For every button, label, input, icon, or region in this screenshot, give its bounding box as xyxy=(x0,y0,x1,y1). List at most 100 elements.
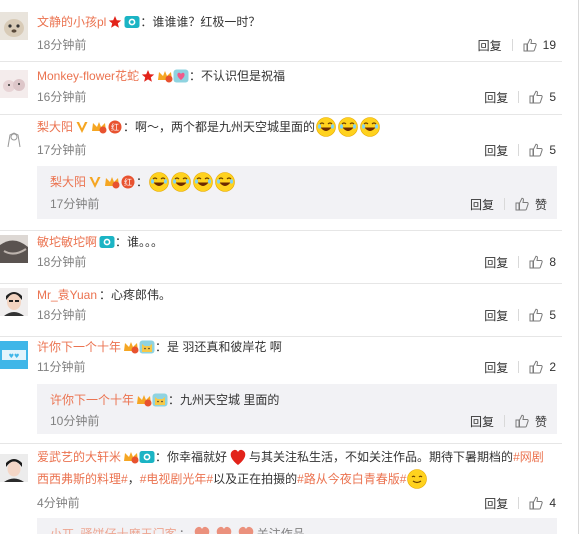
username[interactable]: Mr_袁Yuan xyxy=(37,285,97,305)
like-count: 5 xyxy=(549,90,556,104)
avatar[interactable] xyxy=(0,70,28,98)
like-button[interactable]: 19 xyxy=(523,38,556,52)
camera-badge-icon xyxy=(124,15,140,29)
avatar[interactable] xyxy=(0,288,28,316)
like-button[interactable]: 8 xyxy=(529,255,556,269)
like-count: 5 xyxy=(549,308,556,322)
crown-badge-icon xyxy=(157,69,173,83)
like-label: 赞 xyxy=(534,197,547,212)
timestamp: 18分钟前 xyxy=(37,38,87,52)
username[interactable]: 梨大阳 xyxy=(50,172,86,192)
like-count: 5 xyxy=(549,143,556,157)
camera-badge-icon xyxy=(139,450,155,464)
reply-button[interactable]: 回复 xyxy=(470,196,494,213)
heart-badge-icon xyxy=(173,69,189,83)
comment-text-cont: 与其关注私生活，不如关注作品。期待下暑期档的 xyxy=(249,450,514,464)
username[interactable]: 许你下一个十年 xyxy=(37,337,121,357)
subreply-box: 梨大阳 红 ： 17分钟前 回复 赞 xyxy=(37,166,557,219)
crown-badge-icon xyxy=(104,175,120,189)
comment-feed: 文静的小孩pl ： 谁谁谁？红极一时？ 18分钟前 回复 19 Monkey-f… xyxy=(0,0,579,534)
subreply-box-partial: 小兀_骚饼仔十磨玉门客 ： 关注作品 xyxy=(37,518,557,534)
comment-text: 九州天空城 里面的 xyxy=(180,393,280,407)
username[interactable]: Monkey-flower花蛇 xyxy=(37,66,139,86)
red-heart-icon xyxy=(228,447,248,467)
comment-item: Monkey-flower花蛇 ： 不认识但是祝福 16分钟前 回复 5 xyxy=(0,62,562,115)
topic-link[interactable]: #电视剧光年# xyxy=(140,469,213,489)
like-button[interactable]: 5 xyxy=(529,308,556,322)
thumbs-up-icon xyxy=(515,414,529,428)
like-button[interactable]: 赞 xyxy=(515,413,547,430)
svg-text:红: 红 xyxy=(124,177,132,187)
username[interactable]: 敏坨敏坨啊 xyxy=(37,232,97,252)
reply-button[interactable]: 回复 xyxy=(484,307,508,324)
comment-text: 心疼郎伟。 xyxy=(111,288,172,302)
like-label: 赞 xyxy=(534,414,547,429)
topic-link[interactable]: 西西弗斯的料理# xyxy=(37,469,128,489)
avatar[interactable] xyxy=(0,454,28,482)
reply-button[interactable]: 回复 xyxy=(478,37,502,54)
comment-item: Mr_袁Yuan ： 心疼郎伟。 18分钟前 回复 5 xyxy=(0,284,562,337)
red-level-badge-icon: 红 xyxy=(107,120,122,134)
like-button[interactable]: 4 xyxy=(529,496,556,510)
subreply-box: 许你下一个十年 ： 九州天空城 里面的 10分钟前 回复 赞 xyxy=(37,384,557,434)
thumbs-up-icon xyxy=(529,360,543,374)
comment-text-cont: 以及正在拍摄的 xyxy=(213,472,298,486)
laugh-emoji-icon xyxy=(171,172,191,192)
crown-badge-icon xyxy=(136,393,152,407)
topic-link[interactable]: #网剧 xyxy=(513,447,544,467)
username[interactable]: 小兀_骚饼仔十磨玉门客 xyxy=(50,524,177,534)
star-badge-icon xyxy=(141,69,155,83)
crown-badge-icon xyxy=(123,450,139,464)
star-badge-icon xyxy=(108,15,122,29)
comment-text: 是 羽还真和彼岸花 啊 xyxy=(167,340,282,354)
svg-text:♥♥: ♥♥ xyxy=(9,353,20,360)
thumbs-up-icon xyxy=(529,496,543,510)
like-count: 2 xyxy=(549,360,556,374)
avatar[interactable]: ♥♥ xyxy=(0,341,28,369)
username[interactable]: 梨大阳 xyxy=(37,117,73,137)
thumbs-up-icon xyxy=(515,197,529,211)
like-button[interactable]: 5 xyxy=(529,143,556,157)
topic-link[interactable]: #路从今夜白青春版# xyxy=(297,469,406,489)
verified-v-icon xyxy=(88,175,102,189)
thumbs-up-icon xyxy=(529,308,543,322)
comment-text: 你幸福就好 xyxy=(167,450,228,464)
reply-button[interactable]: 回复 xyxy=(484,89,508,106)
laugh-emoji-icon xyxy=(360,117,380,137)
thumbs-up-icon xyxy=(523,38,537,52)
timestamp: 17分钟前 xyxy=(50,197,100,211)
username[interactable]: 文静的小孩pl xyxy=(37,12,106,32)
like-button[interactable]: 5 xyxy=(529,90,556,104)
red-heart-icon xyxy=(236,524,256,534)
username[interactable]: 爱武艺的大轩米 xyxy=(37,447,121,467)
timestamp: 18分钟前 xyxy=(37,308,87,322)
like-button[interactable]: 2 xyxy=(529,360,556,374)
timestamp: 18分钟前 xyxy=(37,255,87,269)
crown-badge-icon xyxy=(123,340,139,354)
reply-button[interactable]: 回复 xyxy=(484,142,508,159)
like-count: 19 xyxy=(542,38,556,52)
comment-item: 文静的小孩pl ： 谁谁谁？红极一时？ 18分钟前 回复 19 xyxy=(0,0,562,62)
like-count: 4 xyxy=(549,496,556,510)
avatar[interactable] xyxy=(0,235,28,263)
smile-emoji-icon xyxy=(407,469,428,489)
timestamp: 17分钟前 xyxy=(37,143,87,157)
camera-badge-icon xyxy=(99,235,115,249)
like-button[interactable]: 赞 xyxy=(515,196,547,213)
avatar[interactable] xyxy=(0,125,28,153)
timestamp: 16分钟前 xyxy=(37,90,87,104)
reply-button[interactable]: 回复 xyxy=(470,413,494,430)
cat-badge-icon xyxy=(152,393,168,407)
comment-item: ♥♥ 许你下一个十年 ： 是 羽还真和彼岸花 啊 11分钟前 回复 2 许你下一… xyxy=(0,337,562,444)
thumbs-up-icon xyxy=(529,90,543,104)
avatar[interactable] xyxy=(0,12,28,40)
reply-button[interactable]: 回复 xyxy=(484,254,508,271)
reply-button[interactable]: 回复 xyxy=(484,495,508,512)
username[interactable]: 许你下一个十年 xyxy=(50,390,134,410)
timestamp: 11分钟前 xyxy=(37,360,86,374)
crown-badge-icon xyxy=(91,120,107,134)
reply-button[interactable]: 回复 xyxy=(484,359,508,376)
thumbs-up-icon xyxy=(529,255,543,269)
red-heart-icon xyxy=(192,524,212,534)
timestamp: 4分钟前 xyxy=(37,496,80,510)
